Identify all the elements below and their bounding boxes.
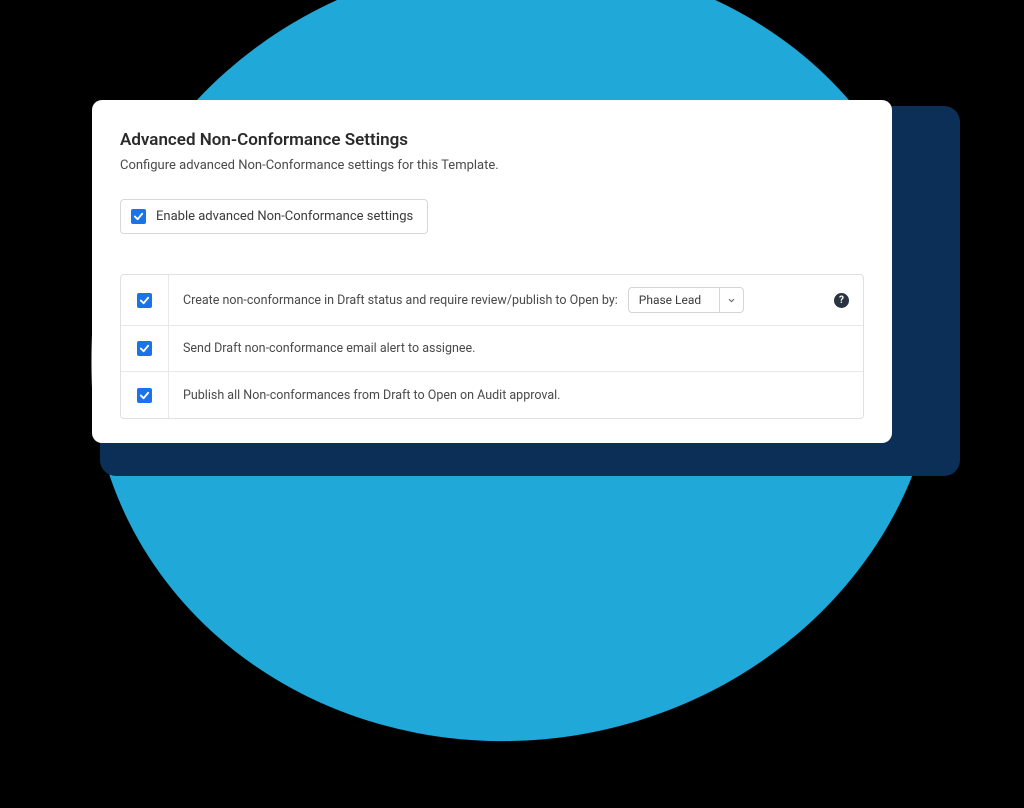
settings-table: Create non-conformance in Draft status a… bbox=[120, 274, 864, 419]
page-title: Advanced Non-Conformance Settings bbox=[120, 130, 864, 150]
checkbox-icon[interactable] bbox=[137, 341, 152, 356]
settings-card: Advanced Non-Conformance Settings Config… bbox=[92, 100, 892, 443]
reviewer-dropdown[interactable]: Phase Lead bbox=[628, 287, 744, 313]
row-content: Create non-conformance in Draft status a… bbox=[169, 287, 849, 313]
chevron-down-icon bbox=[719, 288, 743, 312]
help-icon[interactable]: ? bbox=[834, 293, 849, 308]
dropdown-value: Phase Lead bbox=[629, 293, 719, 307]
setting-row-draft-review: Create non-conformance in Draft status a… bbox=[121, 275, 863, 326]
setting-label: Publish all Non-conformances from Draft … bbox=[183, 388, 560, 403]
row-content: Send Draft non-conformance email alert t… bbox=[169, 341, 849, 356]
page-subtitle: Configure advanced Non-Conformance setti… bbox=[120, 158, 864, 173]
setting-row-publish-on-approval: Publish all Non-conformances from Draft … bbox=[121, 372, 863, 418]
checkbox-icon[interactable] bbox=[137, 388, 152, 403]
row-content: Publish all Non-conformances from Draft … bbox=[169, 388, 849, 403]
setting-row-email-alert: Send Draft non-conformance email alert t… bbox=[121, 326, 863, 372]
row-check-cell bbox=[135, 275, 169, 325]
enable-settings-toggle[interactable]: Enable advanced Non-Conformance settings bbox=[120, 199, 428, 234]
enable-label: Enable advanced Non-Conformance settings bbox=[156, 209, 413, 224]
setting-label: Send Draft non-conformance email alert t… bbox=[183, 341, 475, 356]
checkbox-icon[interactable] bbox=[137, 293, 152, 308]
row-check-cell bbox=[135, 372, 169, 418]
checkbox-icon[interactable] bbox=[131, 209, 146, 224]
row-check-cell bbox=[135, 326, 169, 371]
setting-label: Create non-conformance in Draft status a… bbox=[183, 293, 618, 308]
